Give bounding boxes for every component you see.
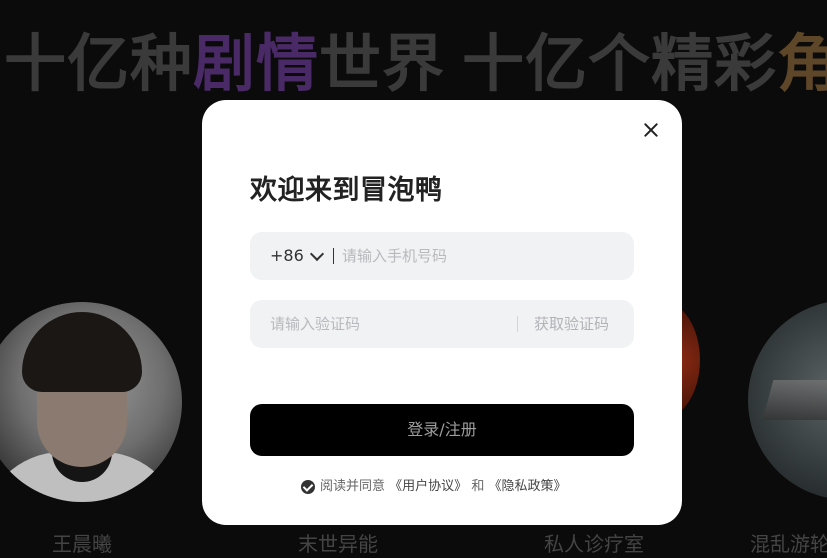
country-code: +86 [270,246,304,265]
banner-highlight: 剧情 [193,27,320,100]
character-name: 末世异能 [298,532,378,556]
banner-text: 世界 [319,27,446,100]
character-name: 王晨曦 [52,532,112,556]
get-code-button[interactable]: 获取验证码 [534,300,609,348]
background-banner: 十亿种剧情世界 十亿个精彩角 [0,24,827,104]
banner-line-left: 十亿种剧情世界 [4,24,445,104]
user-agreement-link[interactable]: 《用户协议》 [389,479,467,494]
banner-text: 十亿个精彩 [462,27,778,100]
privacy-policy-link[interactable]: 《隐私政策》 [488,479,566,494]
character-name: 私人诊疗室 [544,532,644,556]
page-background: 十亿种剧情世界 十亿个精彩角 王晨曦 末世异能 私人诊疗室 混乱游轮 欢迎来到冒… [0,0,827,558]
login-modal: 欢迎来到冒泡鸭 +86 获取验证码 登录/注册 阅读并同意 《用户协议》 和 《… [202,100,682,525]
character-avatar-left [0,302,182,502]
banner-highlight: 角 [777,27,827,100]
banner-line-right: 十亿个精彩角 [462,24,827,104]
banner-text: 十亿种 [4,27,194,100]
divider [517,316,518,332]
character-avatar-right [748,300,827,500]
chevron-down-icon[interactable] [309,246,325,262]
verification-code-field: 获取验证码 [250,300,634,348]
phone-field: +86 [250,232,634,280]
divider [333,248,334,264]
login-register-button[interactable]: 登录/注册 [250,404,634,456]
modal-title: 欢迎来到冒泡鸭 [250,175,443,206]
character-name: 混乱游轮 [750,532,827,556]
country-code-select[interactable]: +86 [270,232,304,280]
verification-code-input[interactable] [270,300,500,348]
agree-prefix: 阅读并同意 [320,479,386,494]
phone-input[interactable] [342,232,612,280]
check-circle-icon[interactable] [301,480,315,494]
agree-and: 和 [471,479,485,494]
close-icon[interactable] [640,119,662,141]
